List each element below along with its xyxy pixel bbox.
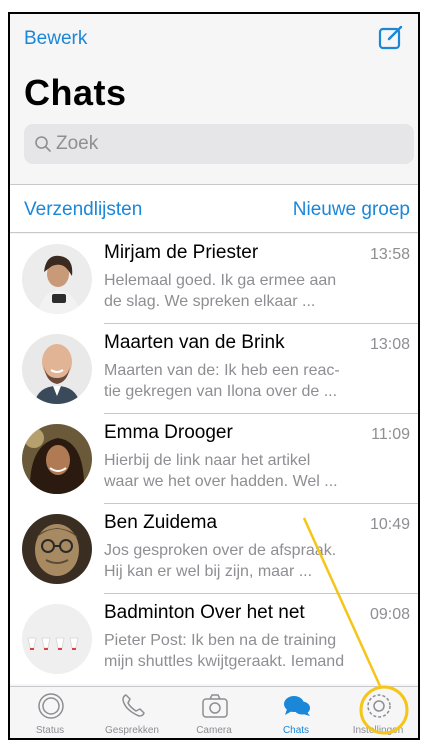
tab-label: Status — [35, 725, 65, 736]
search-placeholder: Zoek — [56, 133, 99, 154]
compose-icon[interactable] — [378, 24, 404, 50]
chat-preview-line: Pieter Post: Ik ben na de training — [104, 632, 337, 649]
chat-preview: Jos gesproken over de afspraak. Hij kan … — [104, 540, 374, 582]
tab-status[interactable]: Status — [10, 687, 90, 738]
phone-icon — [122, 694, 145, 717]
chat-preview-line: Hij kan er wel bij zijn, maar ... — [104, 563, 313, 580]
chat-preview: Hierbij de link naar het artikel waar we… — [104, 450, 374, 492]
avatar — [22, 514, 92, 584]
tab-label: Camera — [196, 725, 232, 736]
tab-label: Gesprekken — [105, 725, 159, 736]
tab-bar: Status Gesprekken Camera Chats Instellin… — [10, 686, 418, 738]
chat-row-ben[interactable]: Ben Zuidema 10:49 Jos gesproken over de … — [10, 504, 418, 594]
search-icon — [35, 136, 51, 152]
avatar — [22, 604, 92, 674]
chat-preview-line: mijn shuttles kwijtgeraakt. Iemand — [104, 653, 345, 670]
chat-name: Ben Zuidema — [104, 512, 218, 533]
chat-list: Mirjam de Priester 13:58 Helemaal goed. … — [10, 234, 418, 684]
chat-time: 09:08 — [369, 606, 410, 623]
chat-preview-line: waar we het over hadden. Wel ... — [104, 473, 338, 490]
chat-preview: Pieter Post: Ik ben na de training mijn … — [104, 630, 374, 672]
chat-row-badminton[interactable]: Badminton Over het net 09:08 Pieter Post… — [10, 594, 418, 684]
chat-row-mirjam[interactable]: Mirjam de Priester 13:58 Helemaal goed. … — [10, 234, 418, 324]
avatar — [22, 424, 92, 494]
chat-name: Maarten van de Brink — [104, 332, 285, 353]
chats-icon — [284, 696, 310, 716]
chat-name: Emma Drooger — [104, 422, 233, 443]
chat-time: 13:08 — [369, 336, 410, 353]
new-group-link[interactable]: Nieuwe groep — [293, 199, 410, 221]
chat-preview-line: de slag. We spreken elkaar ... — [104, 293, 316, 310]
phone-screen: Bewerk Chats Zoek Verzendlijsten Nieuwe … — [8, 12, 420, 740]
chat-row-maarten[interactable]: Maarten van de Brink 13:08 Maarten van d… — [10, 324, 418, 414]
broadcast-lists-link[interactable]: Verzendlijsten — [24, 199, 142, 221]
tab-camera[interactable]: Camera — [174, 687, 254, 738]
chat-preview-line: Helemaal goed. Ik ga ermee aan — [104, 272, 337, 289]
avatar — [22, 244, 92, 314]
search-input[interactable]: Zoek — [24, 124, 414, 164]
chat-time: 10:49 — [369, 516, 410, 533]
lists-row: Verzendlijsten Nieuwe groep — [10, 185, 418, 233]
chat-time: 11:09 — [371, 426, 410, 443]
chat-preview-line: Jos gesproken over de afspraak. — [104, 542, 337, 559]
chats-header: Bewerk Chats Zoek — [10, 14, 418, 184]
avatar — [22, 334, 92, 404]
tab-settings[interactable]: Instellingen — [338, 687, 418, 738]
chat-preview: Maarten van de: Ik heb een reac- tie gek… — [104, 360, 374, 402]
status-icon — [38, 693, 64, 719]
edit-button[interactable]: Bewerk — [24, 28, 87, 50]
chat-preview-line: Maarten van de: Ik heb een reac- — [104, 362, 340, 379]
page-title: Chats — [24, 72, 127, 113]
camera-icon — [202, 694, 228, 718]
chat-preview-line: Hierbij de link naar het artikel — [104, 452, 311, 469]
chat-time: 13:58 — [369, 246, 410, 263]
tab-calls[interactable]: Gesprekken — [92, 687, 172, 738]
tab-label: Chats — [282, 725, 310, 736]
chat-name: Badminton Over het net — [104, 602, 305, 623]
chat-name: Mirjam de Priester — [104, 242, 259, 263]
chat-preview-line: tie gekregen van Ilona over de ... — [104, 383, 338, 400]
chat-row-emma[interactable]: Emma Drooger 11:09 Hierbij de link naar … — [10, 414, 418, 504]
tab-chats[interactable]: Chats — [256, 687, 336, 738]
chat-preview: Helemaal goed. Ik ga ermee aan de slag. … — [104, 270, 374, 312]
settings-icon — [367, 694, 391, 718]
tab-label: Instellingen — [352, 725, 404, 736]
